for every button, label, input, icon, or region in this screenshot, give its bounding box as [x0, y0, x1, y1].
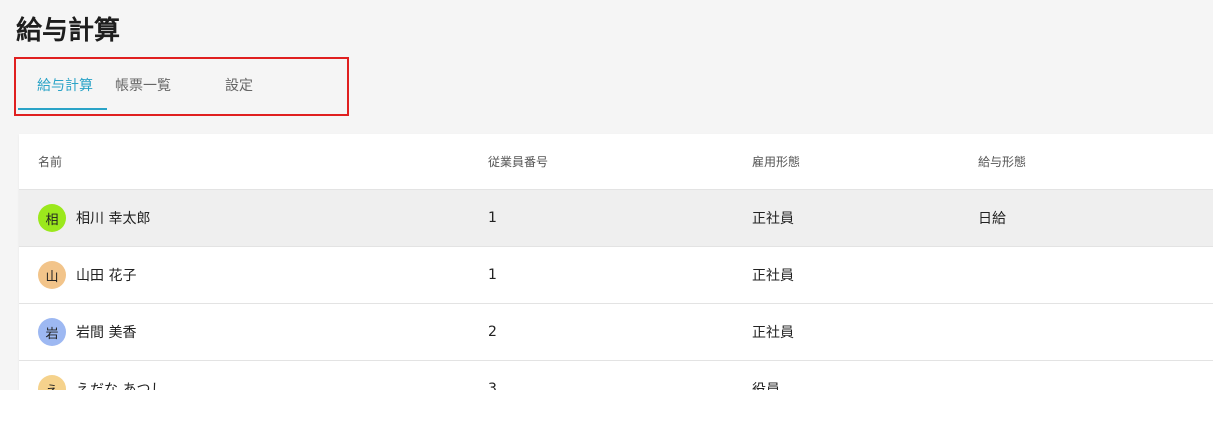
employment-type: 正社員	[752, 211, 794, 227]
page-title: 給与計算	[16, 16, 121, 46]
header-name[interactable]: 名前	[38, 134, 62, 189]
name-cell: え えだな あつし	[38, 361, 164, 390]
name-cell: 岩 岩間 美香	[38, 304, 136, 360]
employee-name: えだな あつし	[76, 382, 165, 390]
table-header: 名前 従業員番号 雇用形態 給与形態	[19, 134, 1213, 190]
employee-name: 岩間 美香	[76, 325, 137, 341]
avatar: え	[38, 375, 66, 390]
employee-name: 山田 花子	[76, 268, 137, 284]
tab-payroll[interactable]: 給与計算	[18, 60, 107, 110]
avatar: 相	[38, 204, 66, 232]
avatar: 岩	[38, 318, 66, 346]
employee-name: 相川 幸太郎	[76, 211, 151, 227]
employment-type: 正社員	[752, 325, 794, 341]
table-row[interactable]: え えだな あつし 3 役員	[19, 361, 1213, 390]
table-row[interactable]: 岩 岩間 美香 2 正社員	[19, 304, 1213, 361]
employee-number: 1	[488, 210, 497, 226]
header-employment-type[interactable]: 雇用形態	[752, 134, 800, 189]
table-row[interactable]: 山 山田 花子 1 正社員	[19, 247, 1213, 304]
name-cell: 相 相川 幸太郎	[38, 190, 150, 246]
avatar: 山	[38, 261, 66, 289]
pay-type: 日給	[978, 211, 1006, 227]
name-cell: 山 山田 花子	[38, 247, 136, 303]
viewport-bottom-area	[0, 390, 1213, 430]
tab-bar: 給与計算 帳票一覧 設定	[18, 60, 253, 110]
employee-number: 3	[488, 381, 497, 390]
employee-number: 2	[488, 324, 497, 340]
header-pay-type[interactable]: 給与形態	[978, 134, 1026, 189]
employment-type: 役員	[752, 382, 780, 390]
header-employee-number[interactable]: 従業員番号	[488, 134, 548, 189]
tab-report-list[interactable]: 帳票一覧	[115, 60, 171, 110]
employee-number: 1	[488, 267, 497, 283]
employment-type: 正社員	[752, 268, 794, 284]
tab-settings[interactable]: 設定	[225, 60, 253, 110]
employee-table: 名前 従業員番号 雇用形態 給与形態 相 相川 幸太郎 1 正社員 日給 山 山…	[19, 134, 1213, 390]
table-row[interactable]: 相 相川 幸太郎 1 正社員 日給	[19, 190, 1213, 247]
